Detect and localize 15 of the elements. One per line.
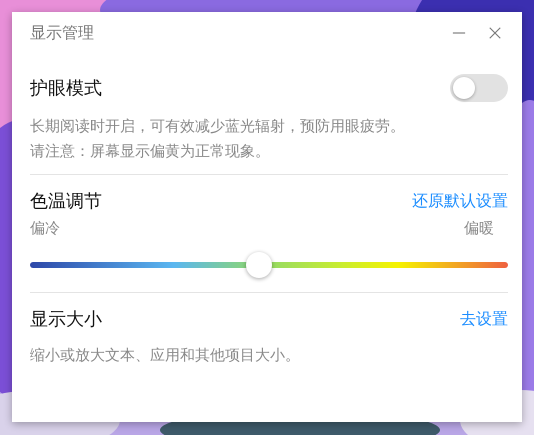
settings-link[interactable]: 去设置 [460,308,508,330]
color-temperature-slider[interactable] [30,252,508,278]
slider-label: 偏暖 [464,219,494,238]
close-icon[interactable] [488,26,502,40]
section-title: 护眼模式 [30,77,102,100]
section-title: 色温调节 [30,190,102,213]
section-title: 显示大小 [30,308,102,331]
description-text: 请注意：屏幕显示偏黄为正常现象。 [30,141,271,162]
reset-link[interactable]: 还原默认设置 [412,190,508,212]
toggle-switch[interactable] [450,74,508,102]
description-text: 缩小或放大文本、应用和其他项目大小。 [30,345,301,366]
window-title: 显示管理 [30,22,95,44]
description-text: 长期阅读时开启，可有效减少蓝光辐射，预防用眼疲劳。 [30,116,406,137]
slider-thumb[interactable] [246,252,272,278]
slider-label: 偏冷 [30,219,60,238]
